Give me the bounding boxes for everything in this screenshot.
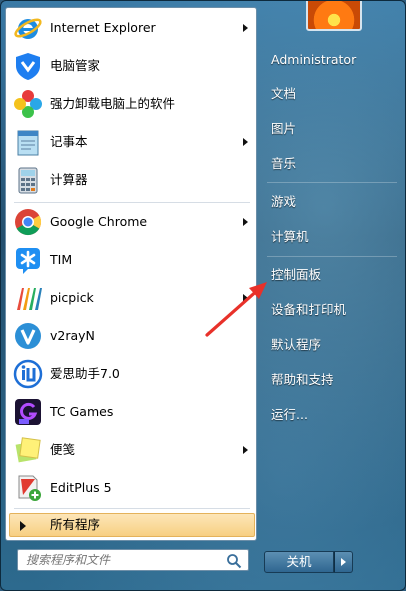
program-label: EditPlus 5 [50, 480, 112, 495]
separator [14, 508, 250, 509]
v2rayn-icon [12, 320, 44, 352]
i4-assistant-icon [12, 358, 44, 390]
uninstaller-icon [12, 88, 44, 120]
program-label: picpick [50, 290, 94, 305]
annotation-arrow-icon [205, 282, 267, 337]
program-label: 计算器 [50, 172, 88, 187]
program-label: TC Games [50, 404, 114, 419]
sticky-notes-icon [12, 434, 44, 466]
tim-icon [12, 244, 44, 276]
program-label: 强力卸载电脑上的软件 [50, 96, 176, 111]
program-editplus[interactable]: EditPlus 5 [8, 470, 254, 506]
program-pc-manager[interactable]: 电脑管家 [8, 48, 254, 84]
user-name-link[interactable]: Administrator [267, 47, 399, 73]
editplus-icon [12, 472, 44, 504]
all-programs-button[interactable]: 所有程序 [9, 513, 255, 537]
tc-games-icon [12, 396, 44, 428]
program-google-chrome[interactable]: Google Chrome [8, 204, 254, 240]
right-item-control-panel[interactable]: 控制面板 [267, 262, 399, 288]
shutdown-button[interactable]: 关机 [264, 551, 334, 573]
right-item-computer[interactable]: 计算机 [267, 224, 399, 250]
submenu-arrow-icon[interactable] [243, 138, 248, 146]
right-item-devices-printers[interactable]: 设备和打印机 [267, 297, 399, 323]
chrome-icon [12, 206, 44, 238]
program-label: Internet Explorer [50, 20, 156, 35]
notepad-icon [12, 126, 44, 158]
program-label: TIM [50, 252, 73, 267]
ie-icon [12, 12, 44, 44]
programs-panel: Internet Explorer 电脑管家 强力卸载电脑上的软件 记事本 计算… [5, 7, 257, 541]
right-item-help-support[interactable]: 帮助和支持 [267, 367, 399, 393]
pc-manager-icon [12, 50, 44, 82]
program-tim[interactable]: TIM [8, 242, 254, 278]
triangle-right-icon [20, 521, 26, 531]
program-sticky-notes[interactable]: 便笺 [8, 432, 254, 468]
right-item-music[interactable]: 音乐 [267, 151, 399, 177]
start-menu: Internet Explorer 电脑管家 强力卸载电脑上的软件 记事本 计算… [0, 0, 406, 591]
search-box[interactable] [17, 549, 249, 571]
chevron-right-icon [341, 558, 346, 566]
separator [267, 182, 397, 183]
program-label: 电脑管家 [50, 58, 101, 73]
right-item-default-programs[interactable]: 默认程序 [267, 332, 399, 358]
program-label: 便笺 [50, 442, 76, 457]
right-item-run[interactable]: 运行... [267, 402, 399, 428]
program-label: Google Chrome [50, 214, 148, 229]
submenu-arrow-icon[interactable] [243, 446, 248, 454]
search-input[interactable] [26, 552, 216, 568]
program-i4-assistant[interactable]: 爱思助手7.0 [8, 356, 254, 392]
program-internet-explorer[interactable]: Internet Explorer [8, 10, 254, 46]
separator [14, 202, 250, 203]
search-icon[interactable] [226, 553, 242, 569]
separator [267, 256, 397, 257]
picpick-icon [12, 282, 44, 314]
shutdown-options-button[interactable] [334, 551, 353, 573]
user-avatar[interactable] [306, 1, 362, 31]
program-notepad[interactable]: 记事本 [8, 124, 254, 160]
program-label: 记事本 [50, 134, 88, 149]
right-item-pictures[interactable]: 图片 [267, 116, 399, 142]
submenu-arrow-icon[interactable] [243, 218, 248, 226]
right-item-documents[interactable]: 文档 [267, 81, 399, 107]
calculator-icon [12, 164, 44, 196]
program-tc-games[interactable]: TC Games [8, 394, 254, 430]
all-programs-label: 所有程序 [50, 517, 101, 532]
program-label: v2rayN [50, 328, 95, 343]
program-label: 爱思助手7.0 [50, 366, 120, 381]
program-calculator[interactable]: 计算器 [8, 162, 254, 198]
submenu-arrow-icon[interactable] [243, 24, 248, 32]
right-item-games[interactable]: 游戏 [267, 189, 399, 215]
program-uninstaller[interactable]: 强力卸载电脑上的软件 [8, 86, 254, 122]
